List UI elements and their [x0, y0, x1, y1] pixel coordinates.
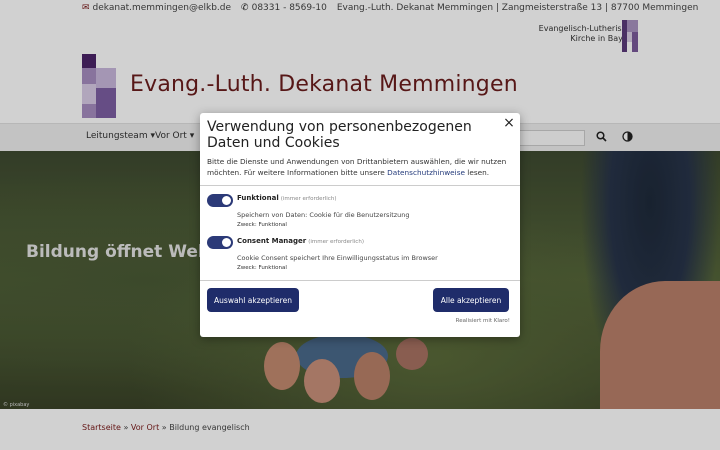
- dialog-intro: Bitte die Dienste und Anwendungen von Dr…: [207, 156, 512, 178]
- toggle-funktional[interactable]: [207, 194, 233, 207]
- option-name: Funktional: [237, 194, 279, 202]
- cookie-consent-dialog: × Verwendung von personenbezogenen Daten…: [200, 113, 520, 337]
- toggle-consent-manager[interactable]: [207, 236, 233, 249]
- option-note: (immer erforderlich): [280, 196, 337, 202]
- divider: [200, 280, 520, 281]
- toggle-knob: [222, 238, 231, 247]
- powered-by-link[interactable]: Realisiert mit Klaro!: [456, 318, 510, 324]
- option-title: Funktional (immer erforderlich): [237, 194, 336, 202]
- close-icon[interactable]: ×: [502, 115, 516, 131]
- option-purpose: Zweck: Funktional: [237, 222, 287, 228]
- dialog-title: Verwendung von personenbezogenen Daten u…: [207, 119, 472, 151]
- divider: [200, 185, 520, 186]
- accept-selection-button[interactable]: Auswahl akzeptieren: [207, 288, 299, 312]
- intro-end: lesen.: [464, 168, 490, 177]
- option-name: Consent Manager: [237, 237, 307, 245]
- accept-all-button[interactable]: Alle akzeptieren: [433, 288, 509, 312]
- option-description: Speichern von Daten: Cookie für die Benu…: [237, 211, 410, 219]
- option-purpose: Zweck: Funktional: [237, 265, 287, 271]
- option-description: Cookie Consent speichert Ihre Einwilligu…: [237, 254, 438, 262]
- option-title: Consent Manager (immer erforderlich): [237, 237, 364, 245]
- option-note: (immer erforderlich): [308, 239, 364, 245]
- privacy-link[interactable]: Datenschutzhinweise: [387, 168, 465, 177]
- toggle-knob: [222, 196, 231, 205]
